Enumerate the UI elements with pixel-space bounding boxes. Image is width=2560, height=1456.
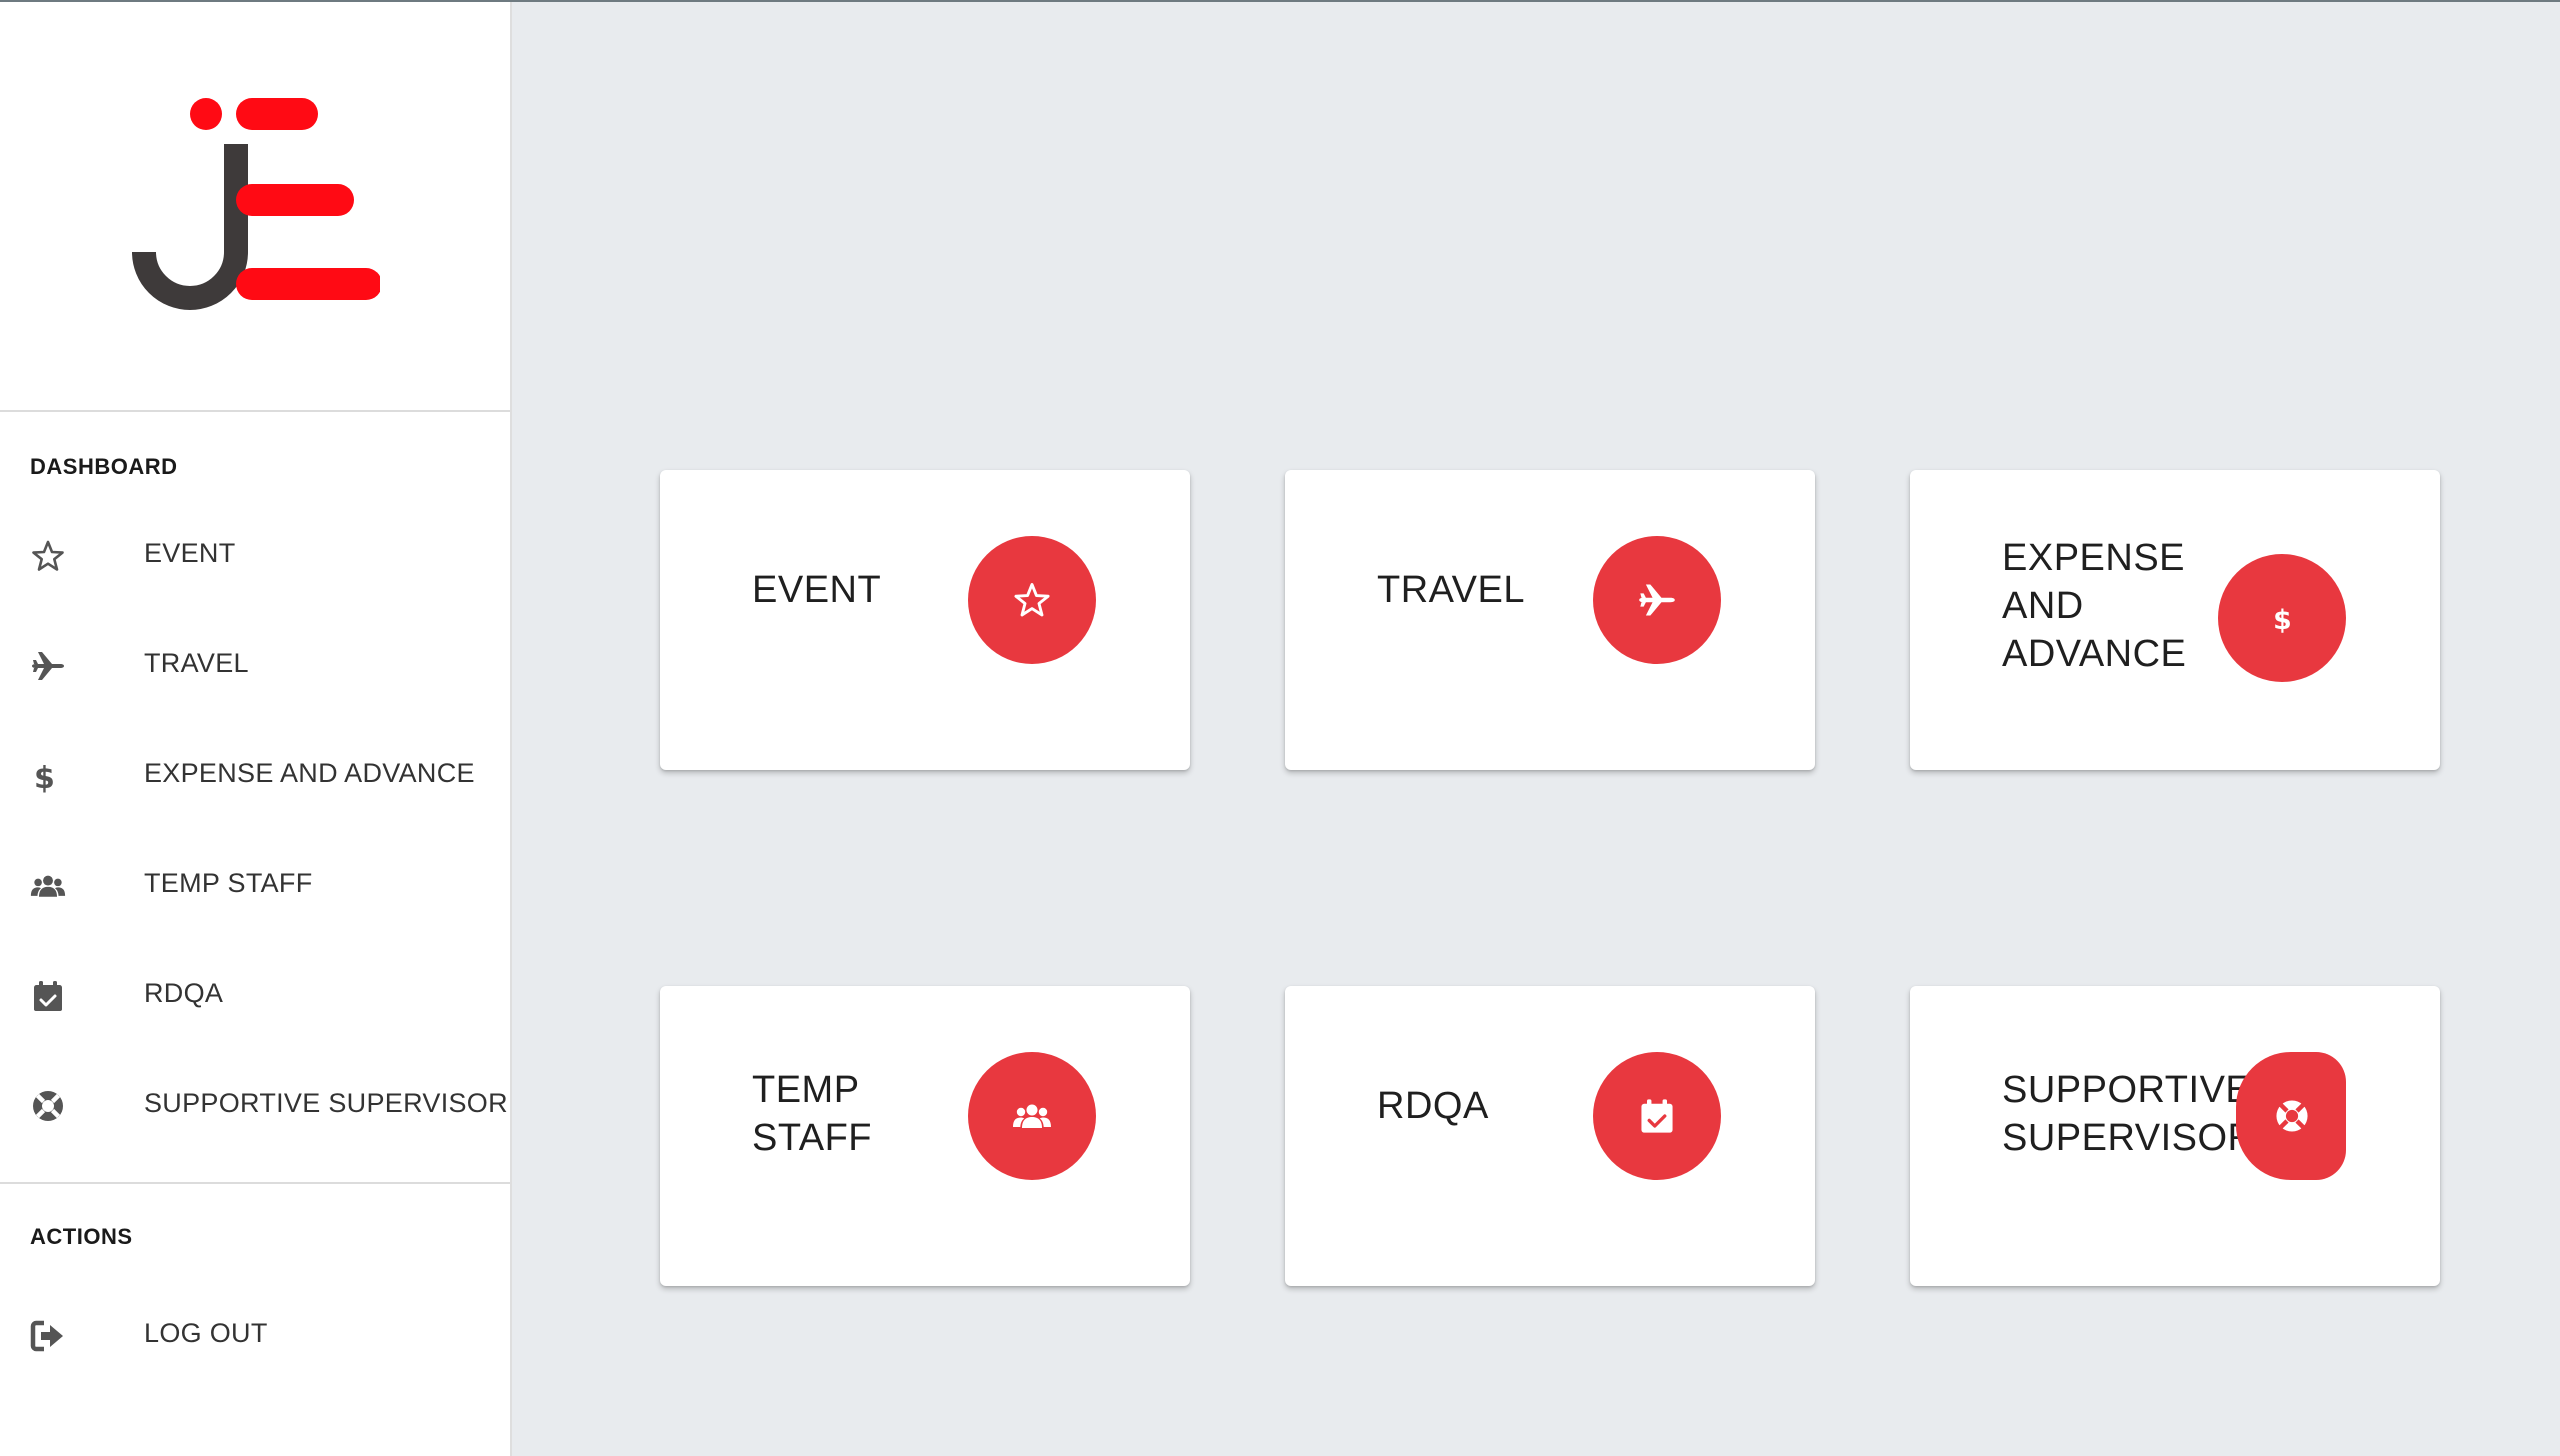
card-title: EVENT (752, 569, 882, 611)
sidebar-item-label: TEMP STAFF (144, 868, 313, 898)
card-temp-staff[interactable]: TEMP STAFF (660, 986, 1190, 1286)
card-event-button[interactable] (968, 536, 1096, 664)
star-icon (1014, 583, 1050, 617)
card-expense-and-advance[interactable]: EXPENSE AND ADVANCE $ (1910, 470, 2440, 770)
users-icon (1013, 1104, 1051, 1128)
sidebar-divider (0, 1182, 510, 1184)
sidebar: DASHBOARD EVENT TRAVEL $ EXPENSE AND ADV… (0, 2, 512, 1456)
dollar-icon: $ (2273, 605, 2292, 636)
sidebar-item-travel[interactable]: TRAVEL (0, 626, 510, 706)
logout-label: LOG OUT (144, 1318, 268, 1348)
card-event[interactable]: EVENT (660, 470, 1190, 770)
sidebar-item-expense-and-advance[interactable]: $ EXPENSE AND ADVANCE (0, 736, 510, 816)
card-title: TEMP STAFF (752, 1069, 873, 1159)
card-travel-button[interactable] (1593, 536, 1721, 664)
card-supportive-supervisor-button[interactable] (2236, 1052, 2346, 1180)
calendar-check-icon (1641, 1099, 1673, 1133)
sidebar-item-label: RDQA (144, 978, 224, 1008)
sidebar-item-supportive-supervisor[interactable]: SUPPORTIVE SUPERVISOR (0, 1066, 510, 1146)
card-travel[interactable]: TRAVEL (1285, 470, 1815, 770)
sidebar-item-label: TRAVEL (144, 648, 249, 678)
sidebar-item-event[interactable]: EVENT (0, 516, 510, 596)
card-rdqa[interactable]: RDQA (1285, 986, 1815, 1286)
svg-text:$: $ (2273, 605, 2292, 636)
card-rdqa-button[interactable] (1593, 1052, 1721, 1180)
lifebuoy-icon (30, 1088, 66, 1124)
plane-icon (1639, 584, 1675, 616)
plane-icon (30, 648, 66, 684)
lifebuoy-icon (2276, 1100, 2308, 1132)
sidebar-item-label: EVENT (144, 538, 236, 568)
sidebar-item-temp-staff[interactable]: TEMP STAFF (0, 846, 510, 926)
sidebar-item-label: SUPPORTIVE SUPERVISOR (144, 1088, 508, 1118)
svg-text:$: $ (34, 761, 55, 794)
app-window: DASHBOARD EVENT TRAVEL $ EXPENSE AND ADV… (0, 0, 2560, 1456)
dollar-icon: $ (30, 758, 66, 794)
card-supportive-supervisor[interactable]: SUPPORTIVE SUPERVISOR (1910, 986, 2440, 1286)
sidebar-item-rdqa[interactable]: RDQA (0, 956, 510, 1036)
logo-area (0, 2, 510, 412)
actions-section-title: ACTIONS (30, 1224, 133, 1249)
sign-out-icon (30, 1318, 66, 1354)
logout-button[interactable]: LOG OUT (0, 1296, 510, 1376)
card-title: TRAVEL (1377, 569, 1526, 611)
card-temp-staff-button[interactable] (968, 1052, 1096, 1180)
card-expense-and-advance-button[interactable]: $ (2218, 554, 2346, 682)
calendar-check-icon (30, 978, 66, 1014)
card-title: RDQA (1377, 1085, 1489, 1127)
sidebar-item-label: EXPENSE AND ADVANCE (144, 758, 475, 788)
dashboard-section-title: DASHBOARD (30, 454, 178, 479)
star-icon (30, 538, 66, 574)
users-icon (30, 868, 66, 904)
company-logo[interactable] (120, 92, 380, 312)
card-title: EXPENSE AND ADVANCE (2002, 537, 2187, 675)
